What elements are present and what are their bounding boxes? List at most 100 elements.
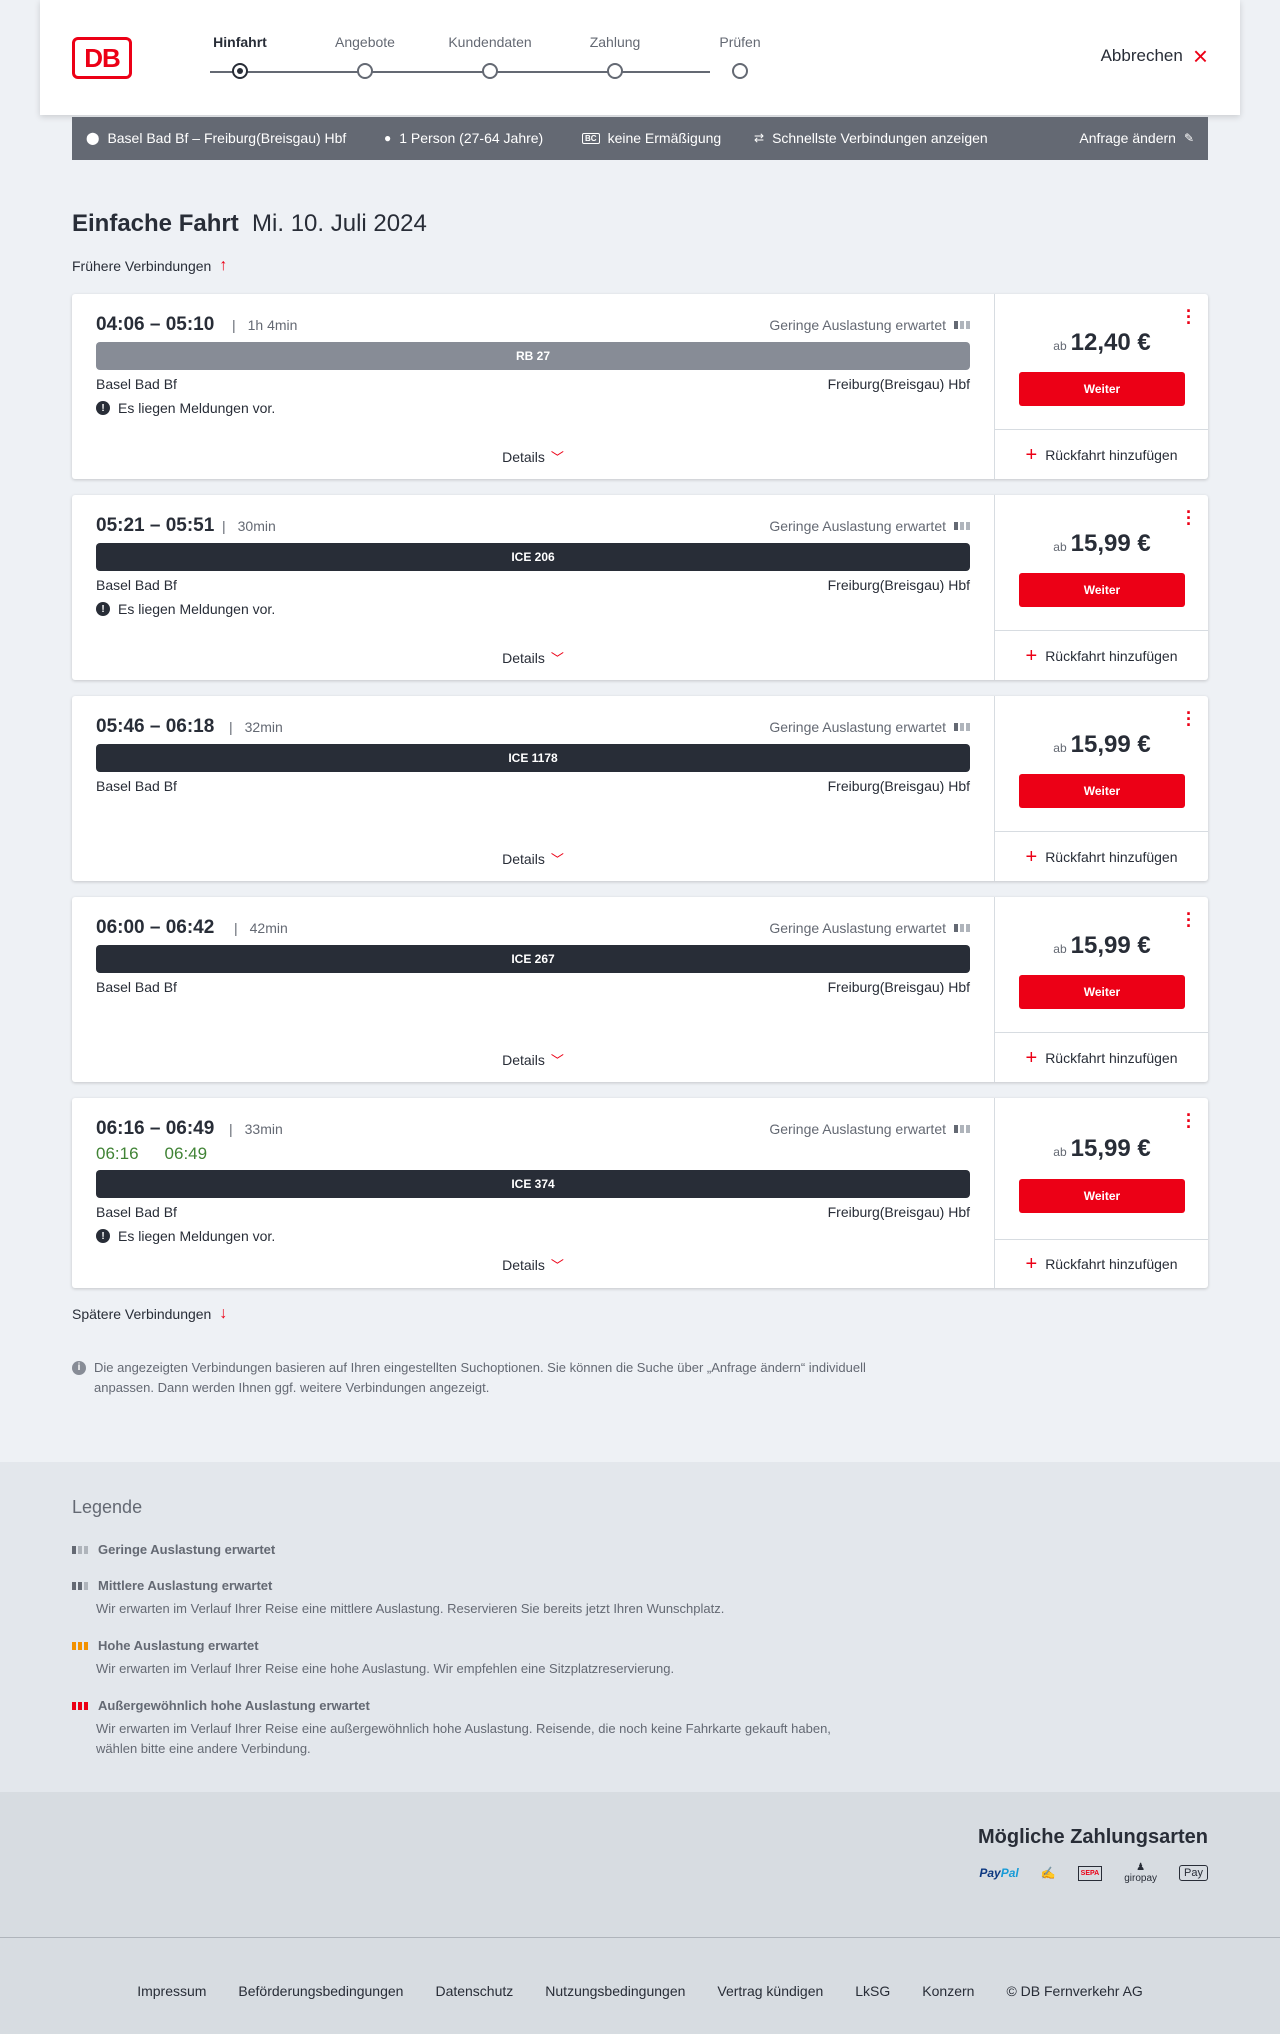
earlier-connections-link[interactable]: Frühere Verbindungen ↑ xyxy=(72,257,227,275)
paypal-logo: PayPal xyxy=(979,1866,1019,1880)
connection-duration: 33min xyxy=(229,1121,283,1137)
train-bar[interactable]: ICE 1178 xyxy=(96,744,970,772)
train-name: ICE 1178 xyxy=(508,751,558,765)
realtime-times: 06:16 06:49 xyxy=(96,1144,233,1164)
chevron-down-icon: ﹀ xyxy=(550,651,564,666)
details-toggle[interactable]: Details ﹀ xyxy=(72,849,994,868)
footer-link-impressum[interactable]: Impressum xyxy=(137,1983,206,1999)
add-return-button[interactable]: + Rückfahrt hinzufügen xyxy=(995,831,1208,881)
messages-notice: ! Es liegen Meldungen vor. xyxy=(96,1228,275,1244)
price-value: 15,99 € xyxy=(1070,932,1151,959)
legend-item-title: Mittlere Auslastung erwartet xyxy=(98,1578,273,1593)
load-label: Geringe Auslastung erwartet xyxy=(769,518,946,534)
continue-button[interactable]: Weiter xyxy=(1019,372,1185,406)
info-note: i Die angezeigten Verbindungen basieren … xyxy=(72,1358,872,1398)
footer-links: Impressum Beförderungsbedingungen Datens… xyxy=(0,1983,1280,1999)
step-label: Prüfen xyxy=(719,34,761,50)
arrival-station: Freiburg(Breisgau) Hbf xyxy=(827,577,970,593)
footer-link-datenschutz[interactable]: Datenschutz xyxy=(435,1983,513,1999)
travellers-text: 1 Person (27-64 Jahre) xyxy=(399,130,544,146)
details-toggle[interactable]: Details ﹀ xyxy=(72,648,994,667)
train-name: ICE 267 xyxy=(511,952,555,966)
messages-text: Es liegen Meldungen vor. xyxy=(118,601,276,617)
step-pruefen: Prüfen xyxy=(680,34,800,79)
more-options-icon[interactable]: · · · xyxy=(1186,503,1192,533)
travellers-summary[interactable]: ● 1 Person (27-64 Jahre) xyxy=(384,130,543,146)
price-value: 15,99 € xyxy=(1070,530,1151,557)
add-return-button[interactable]: + Rückfahrt hinzufügen xyxy=(995,1032,1208,1082)
continue-button[interactable]: Weiter xyxy=(1019,774,1185,808)
change-search-button[interactable]: Anfrage ändern ✎ xyxy=(1079,130,1194,146)
connection-card: 05:46 – 06:18 32min Geringe Auslastung e… xyxy=(72,696,1208,881)
load-indicator: Geringe Auslastung erwartet xyxy=(769,920,970,936)
footer-link-befoerderungsbedingungen[interactable]: Beförderungsbedingungen xyxy=(238,1983,403,1999)
legend-item: Außergewöhnlich hohe Auslastung erwartet… xyxy=(72,1698,852,1759)
legend-item-title: Geringe Auslastung erwartet xyxy=(98,1542,276,1557)
price: ab 15,99 € xyxy=(995,1135,1209,1163)
db-logo[interactable]: DB xyxy=(72,37,132,79)
legend-item: Hohe Auslastung erwartet Wir erwarten im… xyxy=(72,1638,674,1679)
details-toggle[interactable]: Details ﹀ xyxy=(72,1050,994,1069)
add-return-button[interactable]: + Rückfahrt hinzufügen xyxy=(995,1239,1208,1288)
footer-link-lksg[interactable]: LkSG xyxy=(855,1983,890,1999)
later-connections-link[interactable]: Spätere Verbindungen ↓ xyxy=(72,1305,227,1323)
cancel-button[interactable]: Abbrechen × xyxy=(1101,41,1208,71)
connection-card: 04:06 – 05:10 1h 4min Geringe Auslastung… xyxy=(72,294,1208,479)
continue-button[interactable]: Weiter xyxy=(1019,975,1185,1009)
train-bar[interactable]: ICE 374 xyxy=(96,1170,970,1198)
details-toggle[interactable]: Details ﹀ xyxy=(72,447,994,466)
more-options-icon[interactable]: · · · xyxy=(1186,1106,1192,1136)
trip-date: Mi. 10. Juli 2024 xyxy=(252,210,427,237)
add-return-button[interactable]: + Rückfahrt hinzufügen xyxy=(995,429,1208,479)
payment-section: Mögliche Zahlungsarten PayPal ✍ SEPA ♟ gi… xyxy=(0,1792,1280,1937)
high-load-icon xyxy=(72,1641,88,1650)
connection-times: 06:16 – 06:49 xyxy=(96,1118,215,1139)
fastest-toggle[interactable]: ⇄ Schnellste Verbindungen anzeigen xyxy=(754,130,988,146)
pencil-icon: ✎ xyxy=(1183,131,1194,145)
payment-logos: PayPal ✍ SEPA ♟ giropay Pay xyxy=(979,1862,1208,1884)
chevron-down-icon: ﹀ xyxy=(550,1258,564,1273)
earlier-label: Frühere Verbindungen xyxy=(72,258,212,274)
departure-station: Basel Bad Bf xyxy=(96,778,177,794)
plus-icon: + xyxy=(1025,1253,1038,1275)
arrival-station: Freiburg(Breisgau) Hbf xyxy=(827,778,970,794)
price-prefix: ab xyxy=(1053,741,1067,755)
more-options-icon[interactable]: · · · xyxy=(1186,302,1192,332)
progress-steps: Hinfahrt Angebote Kundendaten Zahlung Pr… xyxy=(180,34,780,84)
more-options-icon[interactable]: · · · xyxy=(1186,905,1192,935)
exclamation-icon: ! xyxy=(96,1229,110,1243)
discount-summary[interactable]: BC keine Ermäßigung xyxy=(582,130,721,146)
realtime-departure: 06:16 xyxy=(96,1144,139,1163)
more-options-icon[interactable]: · · · xyxy=(1186,704,1192,734)
continue-button[interactable]: Weiter xyxy=(1019,573,1185,607)
details-toggle[interactable]: Details ﹀ xyxy=(72,1255,994,1274)
close-icon: × xyxy=(1192,41,1208,71)
connection-duration: 32min xyxy=(229,719,283,735)
connection-card: 06:16 – 06:49 33min 06:16 06:49 Geringe A… xyxy=(72,1098,1208,1288)
footer-link-vertrag-kuendigen[interactable]: Vertrag kündigen xyxy=(717,1983,823,1999)
train-bar[interactable]: ICE 206 xyxy=(96,543,970,571)
page-title: Einfache Fahrt Mi. 10. Juli 2024 xyxy=(72,210,427,238)
connection-duration: 1h 4min xyxy=(232,317,298,333)
connection-card: 06:00 – 06:42 42min Geringe Auslastung e… xyxy=(72,897,1208,1082)
train-bar[interactable]: RB 27 xyxy=(96,342,970,370)
step-label: Kundendaten xyxy=(448,34,532,50)
details-label: Details xyxy=(502,851,545,867)
connection-times: 06:00 – 06:42 xyxy=(96,917,215,938)
load-label: Geringe Auslastung erwartet xyxy=(769,920,946,936)
step-label: Zahlung xyxy=(589,34,641,50)
footer-link-konzern[interactable]: Konzern xyxy=(922,1983,974,1999)
step-kundendaten: Kundendaten xyxy=(430,34,550,79)
train-bar[interactable]: ICE 267 xyxy=(96,945,970,973)
continue-button[interactable]: Weiter xyxy=(1019,1179,1185,1213)
location-pin-icon: ⬤ xyxy=(86,131,100,145)
footer-link-nutzungsbedingungen[interactable]: Nutzungsbedingungen xyxy=(545,1983,685,1999)
details-label: Details xyxy=(502,449,545,465)
info-text: Die angezeigten Verbindungen basieren au… xyxy=(94,1360,866,1395)
price: ab 15,99 € xyxy=(995,932,1209,960)
add-return-button[interactable]: + Rückfahrt hinzufügen xyxy=(995,630,1208,680)
plus-icon: + xyxy=(1025,845,1038,868)
price-prefix: ab xyxy=(1053,942,1067,956)
route-summary[interactable]: ⬤ Basel Bad Bf – Freiburg(Breisgau) Hbf xyxy=(86,130,346,146)
price-value: 12,40 € xyxy=(1070,329,1151,356)
